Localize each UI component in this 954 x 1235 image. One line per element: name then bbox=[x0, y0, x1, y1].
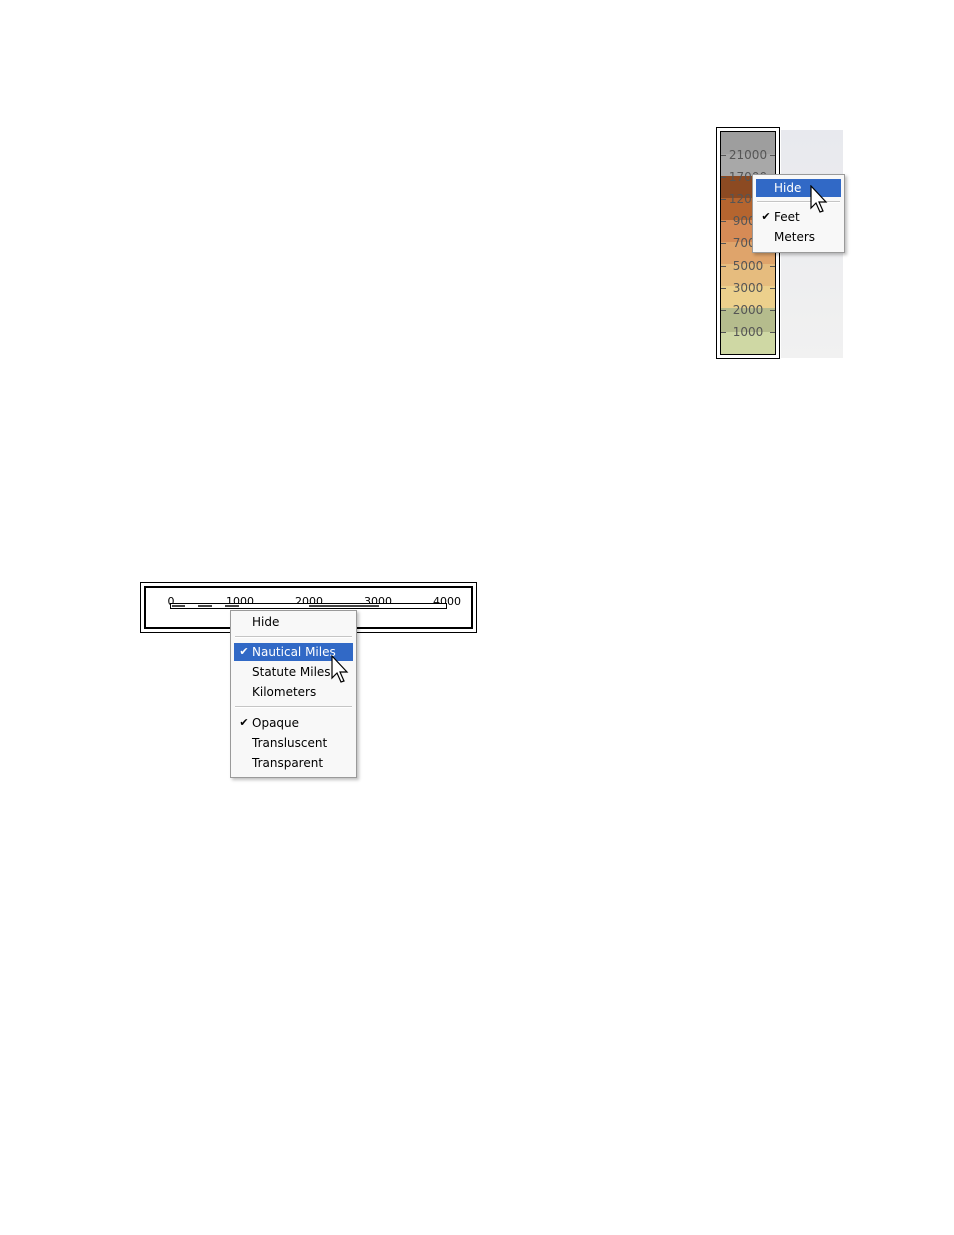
menu-item-transluscent[interactable]: Transluscent bbox=[234, 734, 353, 752]
check-icon bbox=[238, 734, 250, 752]
check-icon bbox=[238, 613, 250, 631]
menu-item-transparent[interactable]: Transparent bbox=[234, 754, 353, 772]
menu-item-label: Feet bbox=[774, 210, 800, 224]
check-icon bbox=[238, 754, 250, 772]
menu-separator bbox=[235, 636, 352, 638]
elevation-label: 5000 bbox=[721, 259, 775, 273]
mouse-cursor-icon bbox=[810, 185, 828, 213]
menu-separator bbox=[235, 706, 352, 708]
elevation-context-menu: Hide ✔ Feet Meters bbox=[752, 174, 845, 253]
elevation-label: 21000 bbox=[721, 148, 775, 162]
elevation-label: 1000 bbox=[721, 325, 775, 339]
check-icon bbox=[238, 663, 250, 681]
menu-item-kilometers[interactable]: Kilometers bbox=[234, 683, 353, 701]
scale-context-menu: Hide ✔ Nautical Miles Statute Miles Kilo… bbox=[230, 610, 357, 778]
menu-item-label: Transparent bbox=[252, 756, 324, 770]
menu-item-hide[interactable]: Hide bbox=[234, 613, 353, 631]
scale-segment bbox=[309, 605, 379, 607]
menu-item-label: Opaque bbox=[252, 716, 300, 730]
scale-segment bbox=[172, 605, 185, 607]
menu-item-label: Statute Miles bbox=[252, 665, 331, 679]
menu-item-meters[interactable]: Meters bbox=[756, 228, 841, 246]
menu-item-label: Transluscent bbox=[252, 736, 328, 750]
check-icon bbox=[238, 683, 250, 701]
elevation-label: 3000 bbox=[721, 281, 775, 295]
check-icon bbox=[760, 228, 772, 246]
menu-item-label: Hide bbox=[252, 615, 280, 629]
check-icon bbox=[760, 179, 772, 197]
menu-item-label: Meters bbox=[774, 230, 816, 244]
menu-item-label: Hide bbox=[774, 181, 802, 195]
mouse-cursor-icon bbox=[331, 655, 349, 683]
scale-segment bbox=[225, 605, 239, 607]
menu-item-label: Kilometers bbox=[252, 685, 317, 699]
scale-ruler bbox=[170, 603, 447, 609]
check-icon: ✔ bbox=[239, 645, 249, 658]
menu-item-opaque[interactable]: ✔ Opaque bbox=[234, 714, 353, 732]
check-icon: ✔ bbox=[761, 210, 771, 223]
scale-segment bbox=[198, 605, 212, 607]
elevation-label: 2000 bbox=[721, 303, 775, 317]
check-icon: ✔ bbox=[239, 716, 249, 729]
menu-item-label: Nautical Miles bbox=[252, 645, 336, 659]
